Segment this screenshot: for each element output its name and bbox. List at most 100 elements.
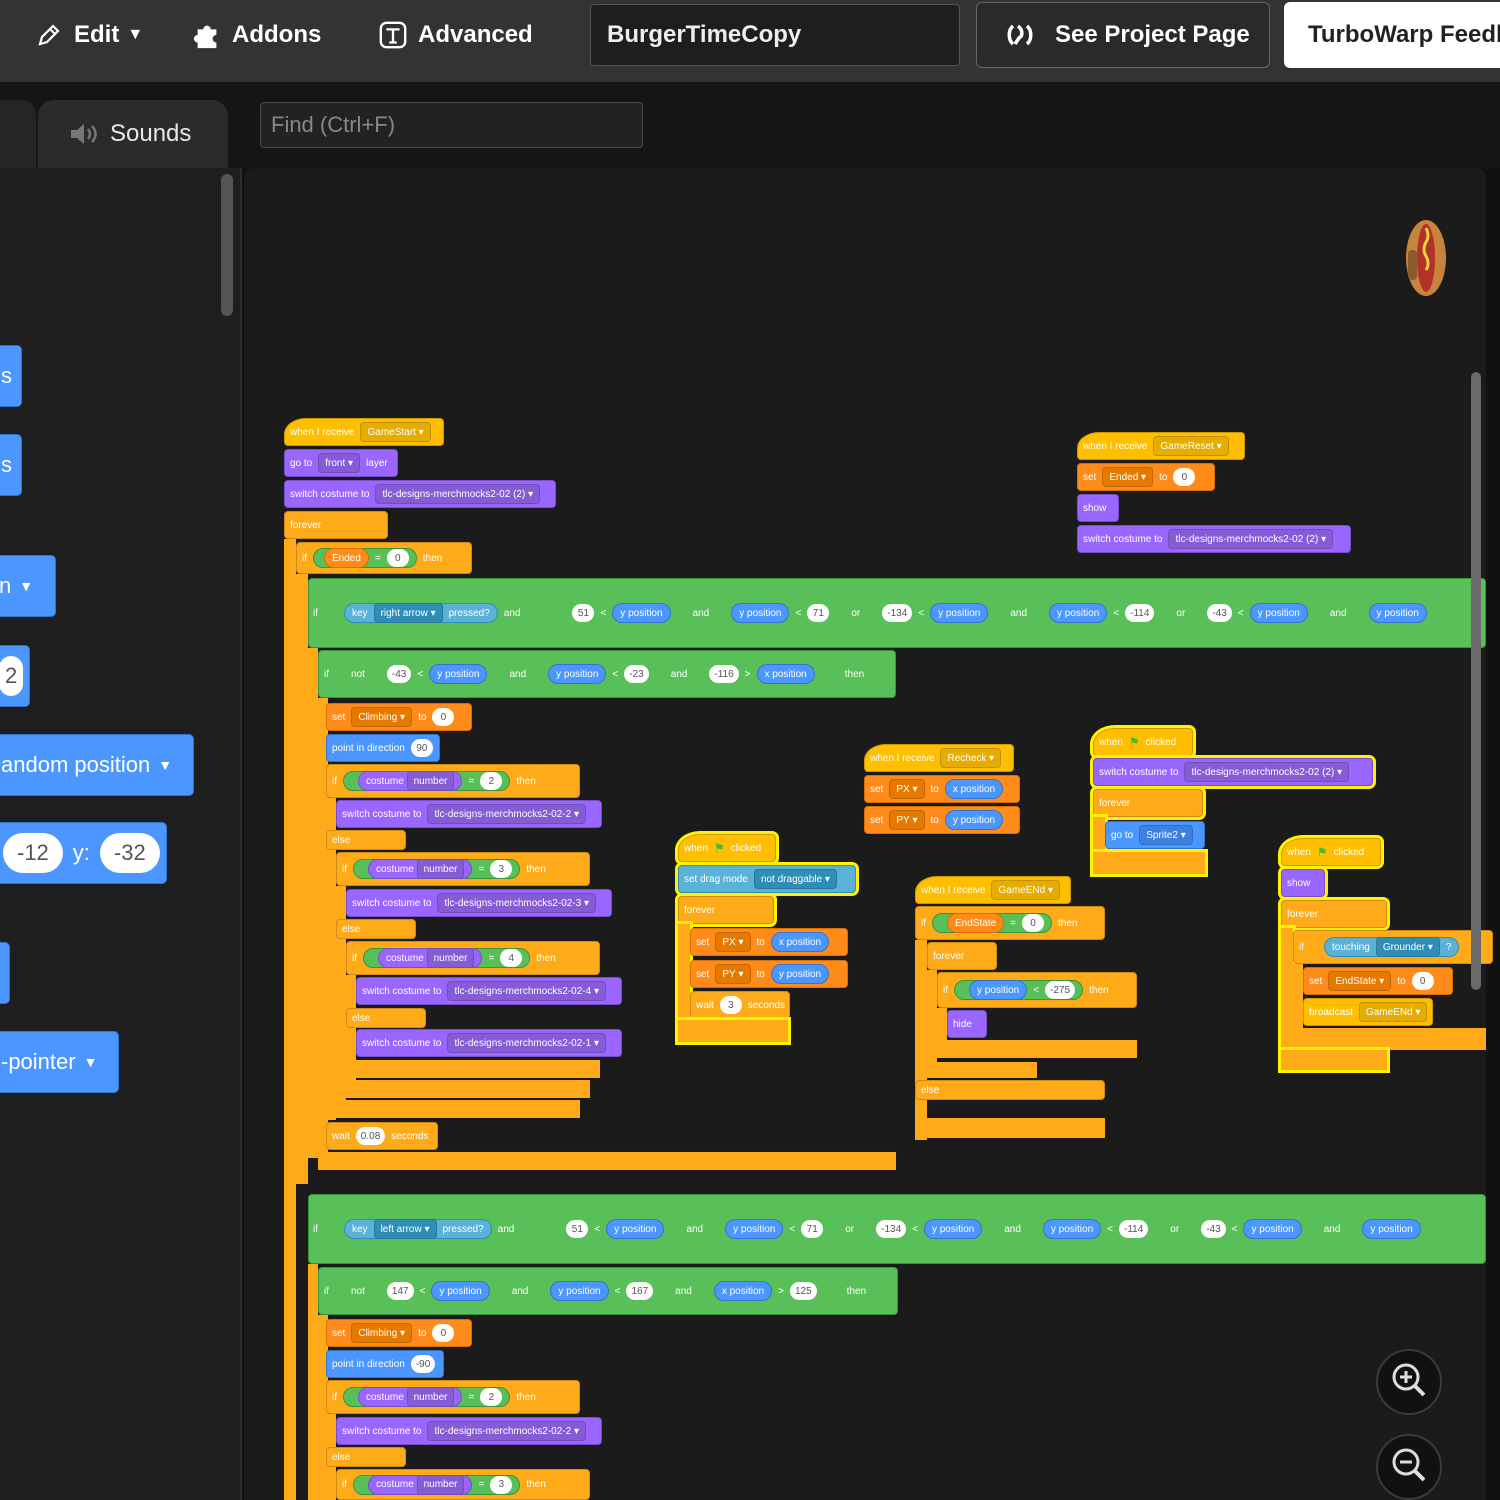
palette-block[interactable]: s xyxy=(0,434,22,496)
value-input[interactable]: 3 xyxy=(719,996,742,1014)
palette-scrollbar[interactable] xyxy=(221,174,233,316)
set-variable-block[interactable]: set Ended ▾ to 0 xyxy=(1077,463,1215,491)
value-input[interactable]: 0 xyxy=(432,1324,455,1342)
value-input[interactable]: 71 xyxy=(801,1220,824,1238)
number-dropdown[interactable]: number xyxy=(426,948,475,968)
switch-costume-block[interactable]: switch costume to tlc-designs-merchmocks… xyxy=(336,800,602,828)
message-dropdown[interactable]: GameStart ▾ xyxy=(360,422,431,442)
switch-costume-block[interactable]: switch costume to tlc-designs-merchmocks… xyxy=(1093,758,1373,786)
when-flag-clicked-hat[interactable]: when ⚑ clicked xyxy=(1281,838,1381,866)
value-input[interactable]: 2 xyxy=(480,1388,503,1406)
y-position-reporter[interactable]: y position xyxy=(1049,603,1108,623)
x-input[interactable]: -12 xyxy=(3,833,63,873)
set-variable-block[interactable]: set EndState ▾ to 0 xyxy=(1303,967,1453,995)
key-pressed-sensing[interactable]: key right arrow ▾ pressed? xyxy=(344,603,498,623)
value-input[interactable]: 51 xyxy=(566,1220,589,1238)
value-input[interactable]: 0 xyxy=(1173,468,1196,486)
costume-dropdown[interactable]: tlc-designs-merchmocks2-02-4 ▾ xyxy=(447,981,607,1001)
y-position-reporter[interactable]: y position xyxy=(429,664,488,684)
when-flag-clicked-hat[interactable]: when ⚑ clicked xyxy=(678,834,776,862)
tab-sounds[interactable]: Sounds xyxy=(38,100,228,168)
value-input[interactable]: 0.08 xyxy=(355,1127,386,1145)
equals-operator[interactable]: EndState = 0 xyxy=(932,913,1052,933)
set-variable-block[interactable]: set PY ▾ to y position xyxy=(690,960,848,988)
addons-menu[interactable]: Addons xyxy=(192,0,321,70)
costume-dropdown[interactable]: tlc-designs-merchmocks2-02 (2) ▾ xyxy=(375,484,541,504)
if-else-block[interactable]: if costume number = 4 then xyxy=(346,941,600,975)
forever-block[interactable]: forever xyxy=(1281,900,1387,928)
show-block[interactable]: show xyxy=(1077,494,1119,522)
variable-dropdown[interactable]: PY ▾ xyxy=(715,964,751,984)
y-position-reporter[interactable]: y position xyxy=(725,1219,784,1239)
y-position-reporter[interactable]: y position xyxy=(1362,1219,1421,1239)
costume-dropdown[interactable]: tlc-designs-merchmocks2-02-2 ▾ xyxy=(427,804,587,824)
y-input[interactable]: -32 xyxy=(99,833,160,873)
if-then-block[interactable]: if touching Grounder ▾ ? xyxy=(1293,930,1493,964)
point-in-direction-block[interactable]: point in direction -90 xyxy=(326,1350,444,1378)
y-position-reporter[interactable]: y position xyxy=(550,1281,609,1301)
set-variable-block[interactable]: set Climbing ▾ to 0 xyxy=(326,703,472,731)
value-input[interactable]: -43 xyxy=(1201,1220,1226,1238)
message-dropdown[interactable]: GameENd ▾ xyxy=(1358,1002,1428,1022)
costume-dropdown[interactable]: tlc-designs-merchmocks2-02-1 ▾ xyxy=(447,1033,607,1053)
if-else-block[interactable]: if costume number = 2 then xyxy=(326,764,580,798)
value-input[interactable]: -275 xyxy=(1045,981,1076,999)
y-position-reporter[interactable]: y position xyxy=(548,664,607,684)
find-input[interactable] xyxy=(260,102,643,148)
value-input[interactable]: -134 xyxy=(876,1220,907,1238)
variable-dropdown[interactable]: EndState ▾ xyxy=(1328,971,1392,991)
value-input[interactable]: -43 xyxy=(386,665,412,683)
target-dropdown[interactable]: Sprite2 ▾ xyxy=(1139,825,1193,845)
workspace-scrollbar[interactable] xyxy=(1471,372,1481,990)
edit-menu[interactable]: Edit ▼ xyxy=(34,0,143,70)
key-dropdown[interactable]: left arrow ▾ xyxy=(373,1219,437,1239)
message-dropdown[interactable]: GameReset ▾ xyxy=(1153,436,1229,456)
see-project-page-button[interactable]: See Project Page xyxy=(976,2,1270,68)
when-i-receive-hat[interactable]: when I receive Recheck ▾ xyxy=(864,744,1014,772)
advanced-menu[interactable]: Advanced xyxy=(378,0,533,70)
value-input[interactable]: 0 xyxy=(1411,972,1434,990)
number-dropdown[interactable]: number xyxy=(406,771,455,791)
if-else-block[interactable]: if costume number = 3 then xyxy=(336,852,590,886)
switch-costume-block[interactable]: switch costume to tlc-designs-merchmocks… xyxy=(1077,525,1351,553)
key-pressed-sensing[interactable]: key left arrow ▾ pressed? xyxy=(344,1219,492,1239)
tab-code[interactable] xyxy=(0,100,36,168)
layer-dropdown[interactable]: front ▾ xyxy=(318,453,361,473)
endstate-variable[interactable]: EndState xyxy=(947,913,1005,933)
value-input[interactable]: 147 xyxy=(386,1282,414,1300)
zoom-out-button[interactable] xyxy=(1376,1434,1442,1500)
ended-variable[interactable]: Ended xyxy=(324,548,369,568)
switch-costume-block[interactable]: switch costume to tlc-designs-merchmocks… xyxy=(346,889,612,917)
if-else-block[interactable]: if EndState = 0 then xyxy=(915,906,1105,940)
number-dropdown[interactable]: number xyxy=(416,1474,465,1495)
if-long-condition-block[interactable]: if key right arrow ▾ pressed? and 51 < y… xyxy=(308,578,1486,648)
costume-dropdown[interactable]: tlc-designs-merchmocks2-02 (2) ▾ xyxy=(1168,529,1334,549)
value-input[interactable]: -43 xyxy=(1207,604,1232,622)
costume-number-reporter[interactable]: costume number xyxy=(358,1387,463,1407)
value-input[interactable]: 0 xyxy=(386,549,409,567)
costume-number-reporter[interactable]: costume number xyxy=(368,1474,473,1495)
y-position-reporter[interactable]: y position xyxy=(969,980,1028,1000)
y-position-reporter[interactable]: y position xyxy=(431,1281,490,1301)
wait-block[interactable]: wait 3 seconds xyxy=(690,991,790,1019)
y-position-reporter[interactable]: y position xyxy=(731,603,790,623)
costume-dropdown[interactable]: tlc-designs-merchmocks2-02-3 ▾ xyxy=(437,893,597,913)
drag-mode-dropdown[interactable]: not draggable ▾ xyxy=(753,869,837,889)
if-not-block[interactable]: if not 147 < y position and y position <… xyxy=(318,1267,898,1315)
hide-block[interactable]: hide xyxy=(947,1010,987,1038)
feedback-button[interactable]: TurboWarp Feedb xyxy=(1284,2,1500,68)
equals-operator[interactable]: costume number = 3 xyxy=(353,859,521,879)
y-position-reporter[interactable]: y position xyxy=(1042,1219,1102,1239)
set-variable-block[interactable]: set PX ▾ to x position xyxy=(690,928,848,956)
value-input[interactable]: 0 xyxy=(432,708,455,726)
value-input[interactable]: 3 xyxy=(490,1475,513,1494)
when-flag-clicked-hat[interactable]: when ⚑ clicked xyxy=(1093,728,1193,756)
costume-number-reporter[interactable]: costume number xyxy=(368,859,473,879)
x-position-reporter[interactable]: x position xyxy=(756,664,815,684)
value-input[interactable]: 71 xyxy=(807,604,830,622)
value-input[interactable]: -90 xyxy=(410,1355,436,1373)
show-block[interactable]: show xyxy=(1281,869,1325,897)
if-then-block[interactable]: if y position < -275 then xyxy=(937,972,1137,1008)
when-i-receive-hat[interactable]: when I receive GameENd ▾ xyxy=(915,876,1071,904)
value-input[interactable]: 0 xyxy=(1022,914,1044,932)
